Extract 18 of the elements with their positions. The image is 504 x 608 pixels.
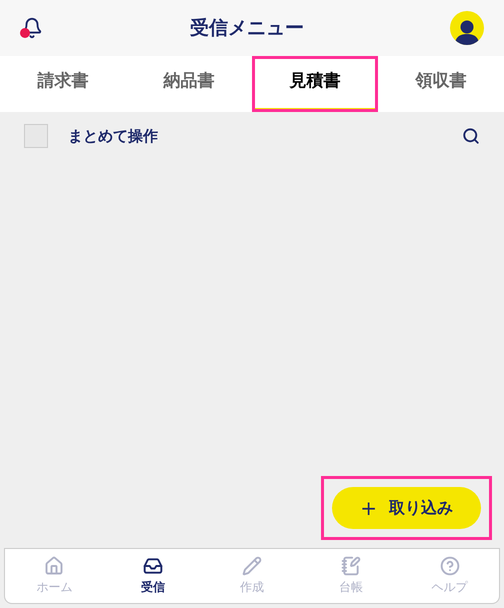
inbox-tray-icon (143, 556, 164, 576)
tab[interactable]: 請求書 (0, 56, 126, 112)
avatar-icon[interactable] (450, 11, 484, 45)
plus-icon: + (360, 493, 377, 523)
house-icon (44, 556, 64, 576)
pencil-icon (242, 556, 262, 576)
import-button[interactable]: + 取り込み (332, 487, 481, 529)
question-circle-icon (440, 556, 460, 576)
bulk-action-label: まとめて操作 (68, 126, 158, 147)
tab[interactable]: 領収書 (378, 56, 504, 112)
notebook-pen-icon (340, 556, 361, 576)
tab[interactable]: 納品書 (126, 56, 252, 112)
page-title: 受信メニュー (190, 16, 304, 41)
notification-bell-icon[interactable] (20, 16, 44, 40)
checkbox[interactable] (24, 124, 48, 148)
search-icon[interactable] (462, 127, 480, 145)
nav-item[interactable]: 受信 (104, 549, 203, 603)
tab[interactable]: 見積書 (252, 56, 378, 112)
